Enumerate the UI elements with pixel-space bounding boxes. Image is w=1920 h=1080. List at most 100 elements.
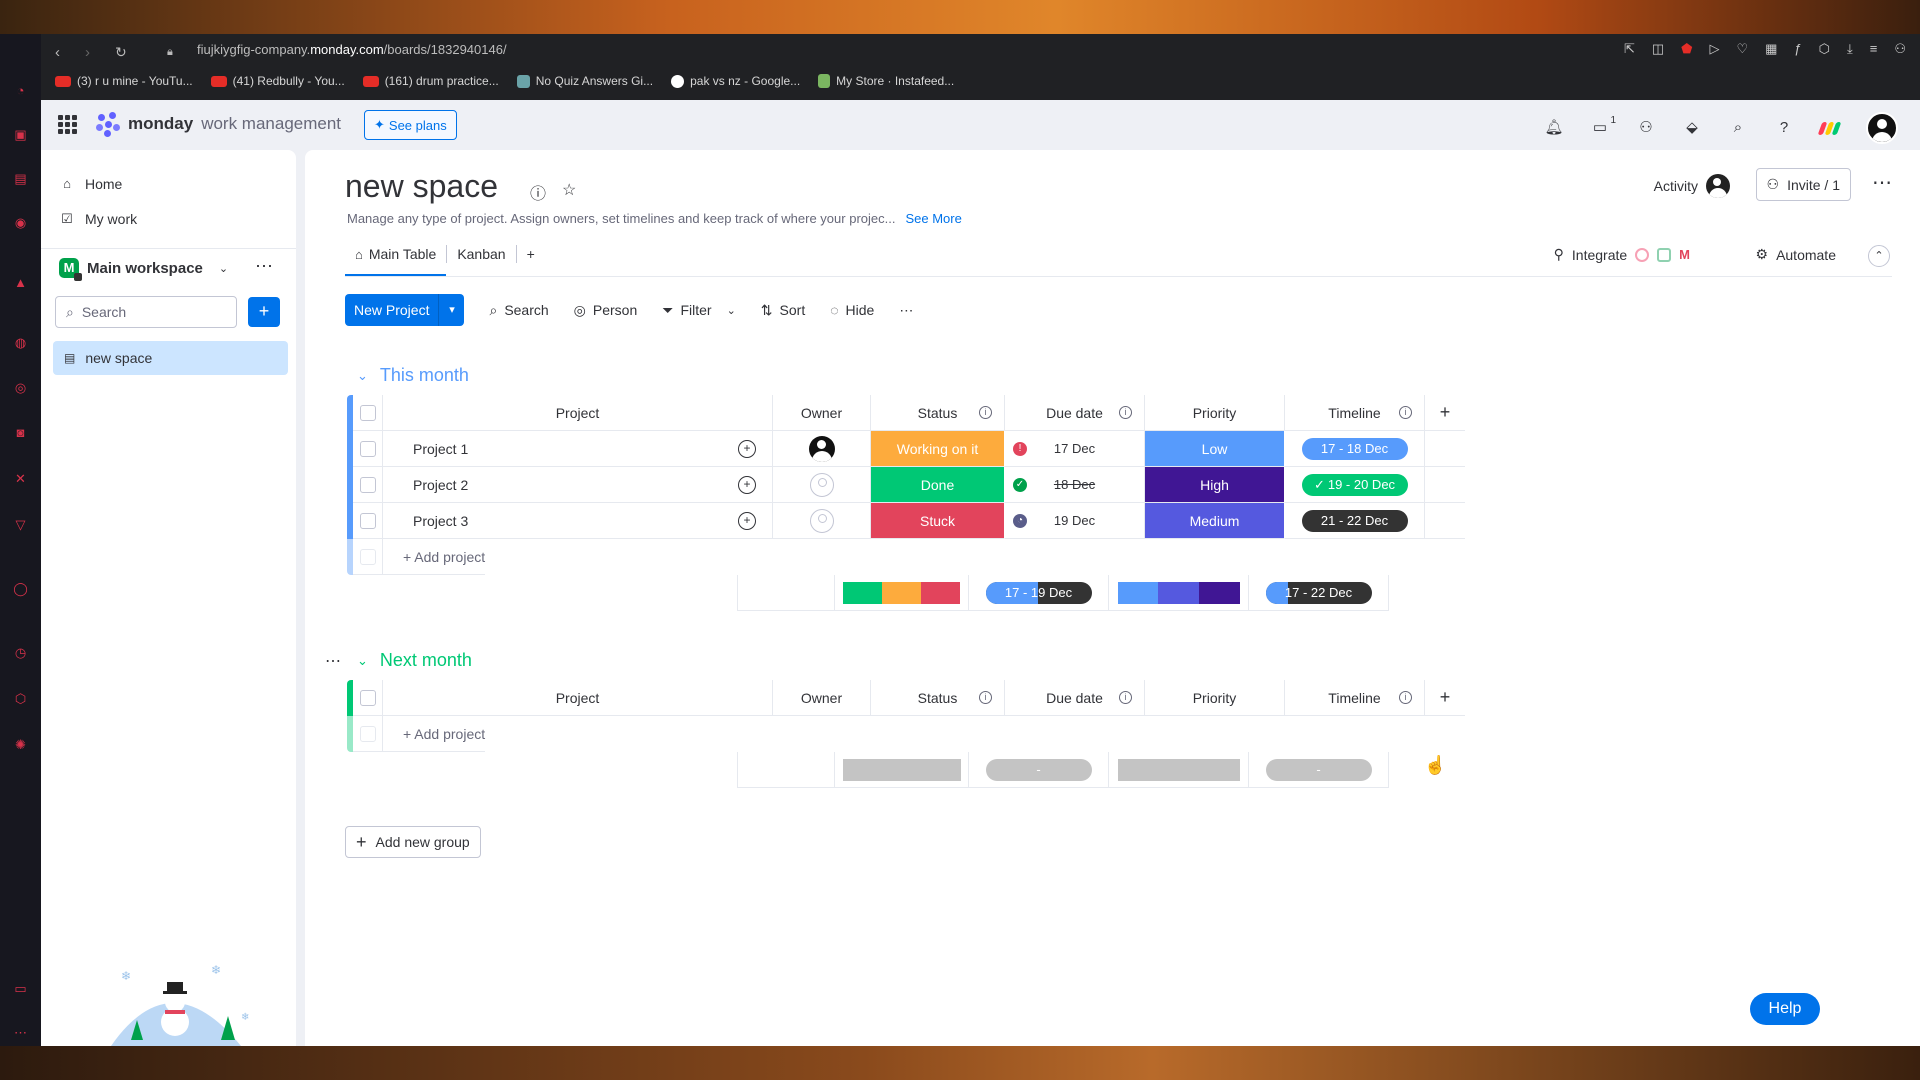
download-icon[interactable]: ⤓	[1847, 41, 1853, 57]
summary-timeline[interactable]: -	[1249, 752, 1389, 788]
summary-due-date[interactable]: 17 - 19 Dec	[969, 575, 1109, 611]
player-icon[interactable]: ◯	[12, 580, 29, 597]
header-owner[interactable]: Owner	[773, 680, 871, 716]
priority-cell[interactable]: Medium	[1145, 503, 1285, 539]
sidebar-item-home[interactable]: ⌂ Home	[59, 176, 122, 192]
help-icon[interactable]: ?	[1774, 118, 1794, 138]
monday-logo[interactable]: monday work management	[96, 112, 341, 137]
twitch-icon[interactable]: ▤	[12, 170, 29, 187]
bookmark-5[interactable]: pak vs nz - Google...	[671, 74, 800, 88]
empty-owner-icon[interactable]	[809, 508, 834, 533]
bookmark-1[interactable]: (3) r u mine - YouTu...	[55, 74, 193, 88]
bookmark-2[interactable]: (41) Redbully - You...	[210, 74, 345, 88]
chevron-down-icon[interactable]: ⌄	[357, 368, 368, 384]
table-row[interactable]: Project 2 + Done ✓ 18 Dec High ✓ 19 - 20 De…	[347, 467, 1465, 503]
filter-button[interactable]: ⏷ Filter ⌄	[662, 302, 736, 319]
automate-button[interactable]: ⚙ Automate	[1756, 246, 1837, 263]
monday-products-icon[interactable]	[1817, 121, 1842, 135]
add-item-button[interactable]: +	[248, 297, 280, 327]
bookmark-4[interactable]: No Quiz Answers Gi...	[516, 74, 653, 88]
info-icon[interactable]: i	[1399, 691, 1412, 704]
status-cell[interactable]: Done	[871, 467, 1005, 503]
address-bar[interactable]: fiujkiygfig-company.monday.com/boards/18…	[197, 42, 507, 57]
add-update-icon[interactable]: +	[738, 440, 756, 458]
whatsapp-icon[interactable]: ◎	[12, 379, 29, 396]
invite-button[interactable]: ⚇ Invite / 1	[1755, 168, 1851, 201]
table-row[interactable]: Project 1 + Working on it ! 17 Dec Low 17 …	[347, 431, 1465, 467]
invite-members-icon[interactable]: ⚇	[1636, 118, 1656, 138]
menu-icon[interactable]: ≡	[1870, 41, 1878, 57]
header-timeline[interactable]: Timeline i	[1285, 680, 1425, 716]
header-checkbox-cell[interactable]	[353, 680, 383, 716]
empty-owner-icon[interactable]	[809, 472, 834, 497]
see-more-link[interactable]: See More	[905, 211, 961, 226]
add-project-input[interactable]: + Add project	[383, 539, 486, 575]
bookmark-6[interactable]: My Store · Instafeed...	[818, 74, 954, 88]
search-icon[interactable]: ⌕	[1728, 118, 1748, 138]
app-grid-icon[interactable]	[58, 115, 77, 134]
instagram-icon[interactable]: ◙	[12, 424, 29, 441]
timeline-cell[interactable]: 21 - 22 Dec	[1285, 503, 1425, 539]
help-button[interactable]: Help	[1750, 993, 1820, 1025]
chevron-down-icon[interactable]: ⌄	[727, 304, 736, 317]
owner-cell[interactable]	[773, 503, 871, 539]
owner-cell[interactable]	[773, 431, 871, 467]
sidebar-item-new-space[interactable]: ▤ new space	[53, 341, 288, 375]
see-plans-button[interactable]: ✦ See plans	[364, 110, 457, 140]
tab-kanban[interactable]: Kanban	[447, 238, 515, 270]
row-checkbox[interactable]	[359, 512, 376, 529]
group-header-next-month[interactable]: ⌄ Next month	[357, 650, 472, 671]
due-date-cell[interactable]: ✓ 18 Dec	[1005, 467, 1145, 503]
add-project-row[interactable]: + Add project	[347, 716, 486, 752]
info-icon[interactable]: i	[979, 691, 992, 704]
camera-icon[interactable]: ◫	[1652, 41, 1664, 57]
page-title[interactable]: new space	[345, 168, 498, 205]
settings-icon[interactable]: ✺	[12, 736, 29, 753]
add-update-icon[interactable]: +	[738, 512, 756, 530]
inbox-icon[interactable]: ▭ 1	[1590, 115, 1616, 138]
header-priority[interactable]: Priority	[1145, 395, 1285, 431]
sidebar-item-my-work[interactable]: ☑ My work	[59, 211, 137, 227]
formula-icon[interactable]: ƒ	[1794, 41, 1801, 57]
wallet-icon[interactable]: ▭	[12, 980, 29, 997]
priority-cell[interactable]: Low	[1145, 431, 1285, 467]
workspace-more-icon[interactable]: ⋯	[255, 256, 274, 277]
group-header-this-month[interactable]: ⌄ This month	[357, 365, 469, 386]
table-row[interactable]: Project 3 + Stuck ◔ 19 Dec Medium 21 - 22 …	[347, 503, 1465, 539]
chevron-down-icon[interactable]: ▾	[438, 294, 464, 326]
back-icon[interactable]: ‹	[55, 44, 60, 61]
due-date-cell[interactable]: ◔ 19 Dec	[1005, 503, 1145, 539]
info-icon[interactable]: ⓘ	[530, 180, 546, 204]
heart-icon[interactable]: ♡	[1736, 41, 1748, 57]
owner-cell[interactable]	[773, 467, 871, 503]
collapse-header-icon[interactable]: ⌃	[1868, 245, 1890, 267]
toolbar-more-icon[interactable]: ⋯	[899, 302, 913, 319]
extensions-icon[interactable]: ⬡	[12, 690, 29, 707]
integrate-button[interactable]: ⚲ Integrate M	[1554, 246, 1690, 263]
reload-icon[interactable]: ↻	[115, 44, 127, 61]
user-avatar[interactable]	[1866, 112, 1898, 144]
status-cell[interactable]: Stuck	[871, 503, 1005, 539]
aria-icon[interactable]: ▲	[12, 274, 29, 291]
header-project[interactable]: Project	[383, 680, 773, 716]
messenger-icon[interactable]: ◍	[12, 334, 29, 351]
share-icon[interactable]: ⇱	[1624, 41, 1635, 57]
info-icon[interactable]: i	[1119, 406, 1132, 419]
add-update-icon[interactable]: +	[738, 476, 756, 494]
header-priority[interactable]: Priority	[1145, 680, 1285, 716]
header-project[interactable]: Project	[383, 395, 773, 431]
group-title[interactable]: Next month	[380, 650, 472, 671]
status-cell[interactable]: Working on it	[871, 431, 1005, 467]
sidebar-search-input[interactable]: ⌕ Search	[55, 296, 237, 328]
search-button[interactable]: ⌕ Search	[489, 302, 548, 319]
bookmark-3[interactable]: (161) drum practice...	[362, 74, 499, 88]
row-checkbox[interactable]	[359, 476, 376, 493]
workspace-selector[interactable]: M Main workspace ⌄	[59, 258, 228, 281]
header-status[interactable]: Status i	[871, 680, 1005, 716]
header-due-date[interactable]: Due date i	[1005, 680, 1145, 716]
shopping-icon[interactable]: ▣	[12, 126, 29, 143]
timeline-cell[interactable]: ✓ 19 - 20 Dec	[1285, 467, 1425, 503]
board-more-icon[interactable]: ⋯	[1872, 170, 1893, 195]
more-icon[interactable]: ⋯	[12, 1024, 29, 1041]
info-icon[interactable]: i	[979, 406, 992, 419]
